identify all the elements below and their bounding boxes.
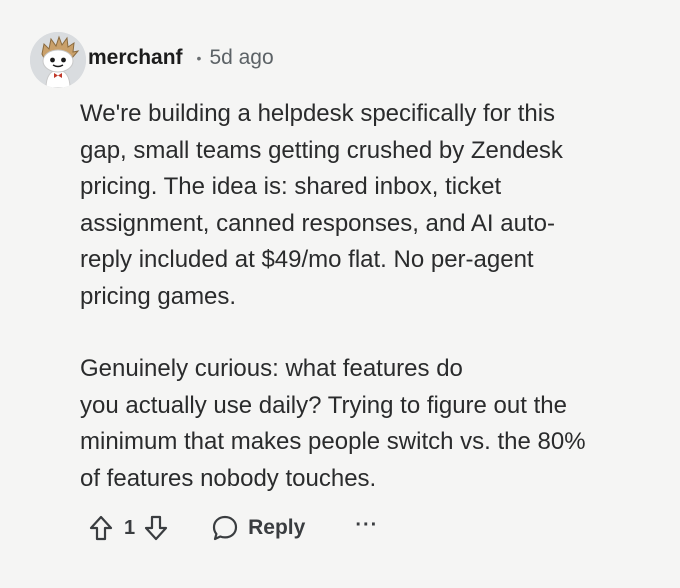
reply-label: Reply <box>248 516 306 539</box>
comment-author[interactable]: merchanf <box>88 46 183 70</box>
comment-action-bar: 1 Reply ··· <box>84 508 378 548</box>
comment-paragraph: Genuinely curious: what features do you … <box>80 355 586 492</box>
reply-button[interactable]: Reply <box>211 508 305 548</box>
comment: merchanf • 5d ago We're building a helpd… <box>0 0 680 588</box>
meta-separator: • <box>196 50 202 66</box>
snoo-avatar-icon <box>30 32 86 88</box>
more-options-button[interactable]: ··· <box>355 514 378 537</box>
upvote-button[interactable] <box>84 510 118 546</box>
speech-bubble-icon <box>213 515 238 541</box>
comment-timestamp[interactable]: 5d ago <box>209 46 273 70</box>
comment-body: We're building a helpdesk specifically f… <box>80 96 650 497</box>
comment-paragraph: We're building a helpdesk specifically f… <box>80 100 563 310</box>
arrow-down-icon <box>145 515 168 541</box>
avatar[interactable] <box>30 32 86 88</box>
downvote-button[interactable] <box>139 510 173 546</box>
vote-count: 1 <box>124 516 136 539</box>
comment-header: merchanf • 5d ago <box>30 32 274 88</box>
arrow-up-icon <box>89 515 113 541</box>
